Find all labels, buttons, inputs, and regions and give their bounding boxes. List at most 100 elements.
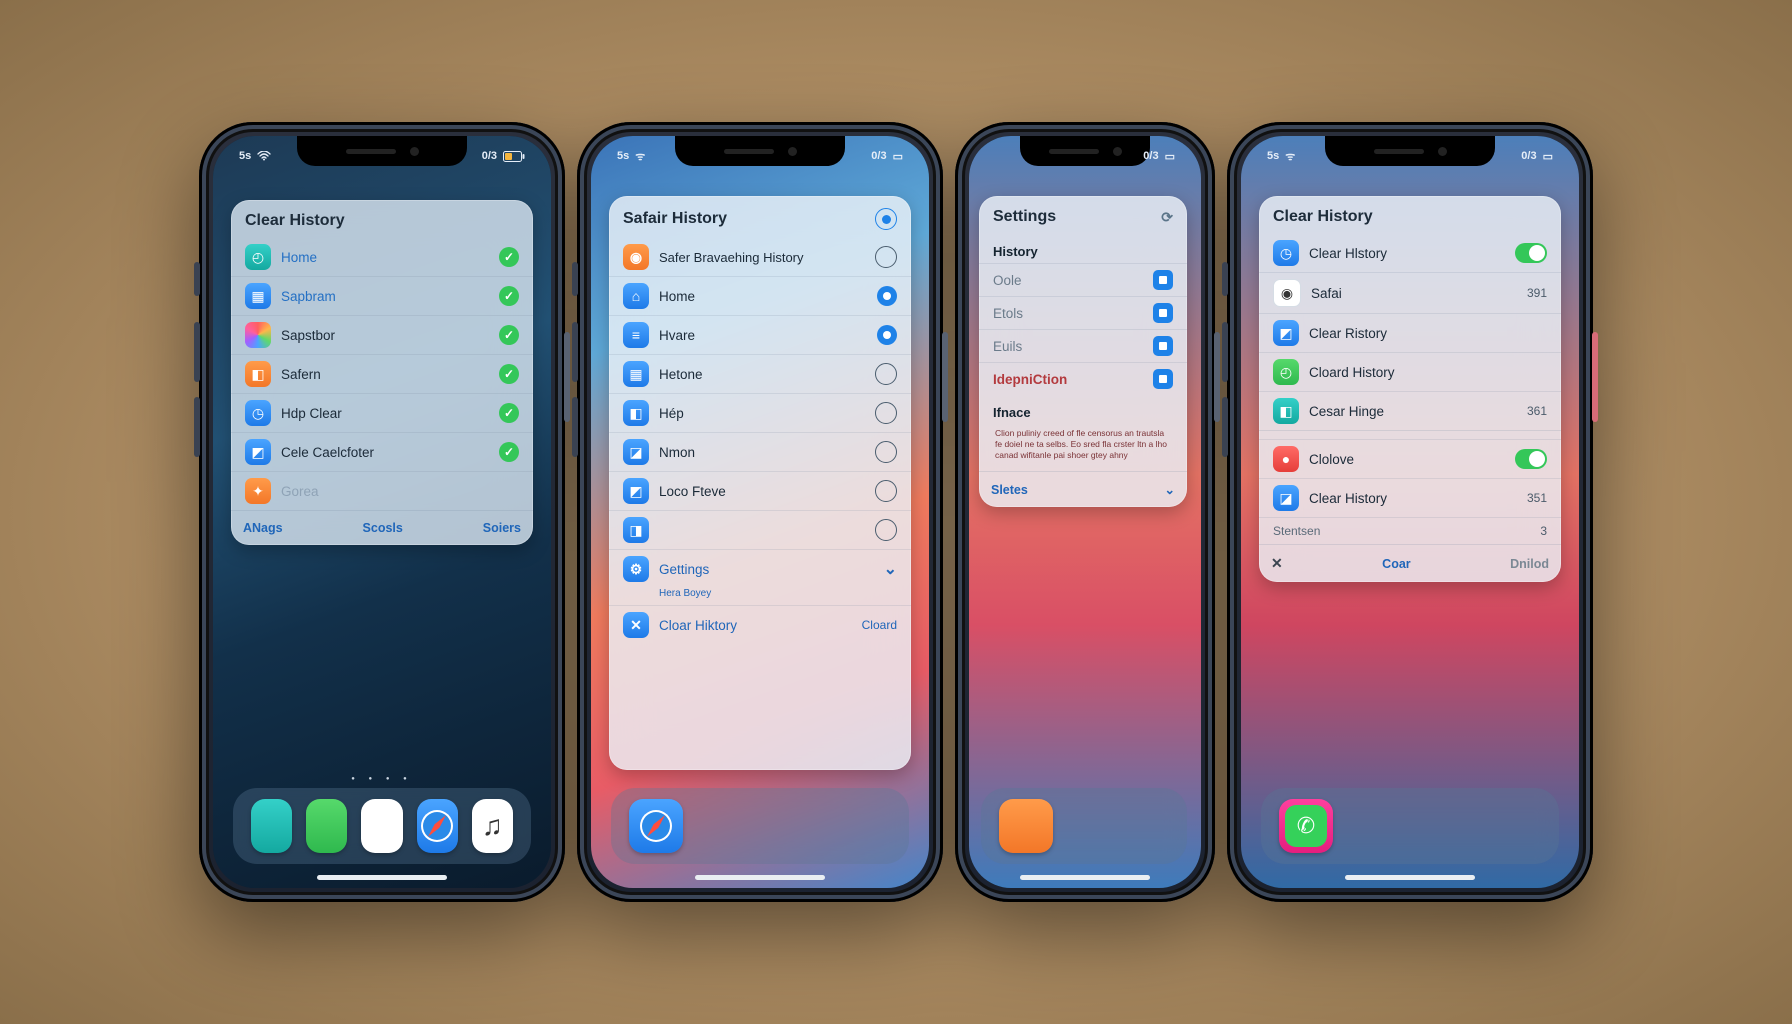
phone-2: 5sᯤ 0/3▭ Safair History ◉ Safer Bravaehi… bbox=[577, 122, 943, 902]
app-icon: ◷ bbox=[245, 400, 271, 426]
dock-app-safari-icon[interactable] bbox=[629, 799, 683, 853]
dock-app-safari-icon[interactable] bbox=[417, 799, 458, 853]
list-item[interactable]: ●Clolove bbox=[1259, 439, 1561, 478]
power-button[interactable] bbox=[942, 332, 948, 422]
list-item[interactable]: ◧Hép bbox=[609, 393, 911, 432]
dock bbox=[611, 788, 909, 864]
settings-row[interactable]: ⚙ Gettings ⌄ bbox=[609, 549, 911, 588]
list-item[interactable]: Etols bbox=[979, 296, 1187, 329]
item-label: Cloard History bbox=[1309, 365, 1547, 380]
refresh-icon[interactable]: ⟳ bbox=[1161, 209, 1173, 226]
item-label: Safai bbox=[1311, 286, 1517, 301]
list-item[interactable]: ▦ Sapbram bbox=[231, 276, 533, 315]
list-item[interactable]: ◧ Safern bbox=[231, 354, 533, 393]
list-item[interactable]: ⌂Home bbox=[609, 276, 911, 315]
list-item[interactable]: ◉Safai391 bbox=[1259, 272, 1561, 313]
section-header: History bbox=[979, 234, 1187, 263]
footer-btn[interactable]: Dnilod bbox=[1510, 557, 1549, 571]
radio-icon bbox=[875, 402, 897, 424]
mute-switch[interactable] bbox=[1222, 262, 1228, 296]
footer-row: Stentsen 3 bbox=[1259, 517, 1561, 544]
list-item[interactable]: Euils bbox=[979, 329, 1187, 362]
row-icon: ⌂ bbox=[623, 283, 649, 309]
home-indicator[interactable] bbox=[1020, 875, 1150, 880]
list-item[interactable]: ◨ bbox=[609, 510, 911, 549]
safari-icon: ◉ bbox=[623, 244, 649, 270]
trail-text: 391 bbox=[1527, 286, 1547, 300]
radio-icon[interactable] bbox=[875, 246, 897, 268]
home-indicator[interactable] bbox=[317, 875, 447, 880]
footer-btn[interactable]: Soiers bbox=[483, 521, 521, 535]
radio-fill-icon bbox=[877, 286, 897, 306]
list-item[interactable]: ◴Cloard History bbox=[1259, 352, 1561, 391]
dock-app-phone-icon[interactable]: ✆ bbox=[1279, 799, 1333, 853]
volume-up[interactable] bbox=[1222, 322, 1228, 382]
card-title: Clear History bbox=[1259, 196, 1561, 234]
item-label: Cesar Hinge bbox=[1309, 404, 1517, 419]
list-item[interactable]: ◩ Cele Caelcfoter bbox=[231, 432, 533, 471]
volume-down[interactable] bbox=[572, 397, 578, 457]
list-item[interactable]: ◷ Hdp Clear bbox=[231, 393, 533, 432]
status-right: 0/3 bbox=[1521, 150, 1536, 162]
list-item[interactable]: ▦Hetone bbox=[609, 354, 911, 393]
volume-up[interactable] bbox=[572, 322, 578, 382]
list-item[interactable]: ✦ Gorea bbox=[231, 471, 533, 510]
dock-app-music-icon[interactable]: ♫ bbox=[472, 799, 513, 853]
list-item[interactable]: ◷Clear Hlstory bbox=[1259, 234, 1561, 272]
item-label: Hetone bbox=[659, 367, 865, 382]
power-button[interactable] bbox=[1592, 332, 1598, 422]
battery-icon: ▭ bbox=[1543, 150, 1553, 163]
status-right: 0/3 bbox=[871, 150, 886, 162]
mute-switch[interactable] bbox=[194, 262, 200, 296]
settings-sub: Hera Boyey bbox=[609, 588, 911, 605]
check-icon bbox=[499, 364, 519, 384]
dock-app-icon[interactable] bbox=[999, 799, 1053, 853]
list-item[interactable]: ◩Clear Ristory bbox=[1259, 313, 1561, 352]
battery-icon: ▭ bbox=[893, 150, 903, 163]
footer-btn[interactable]: Coar bbox=[1382, 557, 1410, 571]
title-text: Settings bbox=[993, 208, 1056, 226]
dock-app-icon[interactable] bbox=[306, 799, 347, 853]
list-item[interactable]: IdepniCtion bbox=[979, 362, 1187, 395]
item-label: Euils bbox=[993, 339, 1143, 354]
volume-down[interactable] bbox=[1222, 397, 1228, 457]
safari-history-card: Safair History ◉ Safer Bravaehing Histor… bbox=[609, 196, 911, 770]
volume-down[interactable] bbox=[194, 397, 200, 457]
list-item[interactable]: ◴ Home bbox=[231, 238, 533, 276]
power-button[interactable] bbox=[564, 332, 570, 422]
battery-icon bbox=[503, 151, 525, 162]
list-item[interactable]: Oole bbox=[979, 263, 1187, 296]
footer-btn[interactable]: Scosls bbox=[363, 521, 403, 535]
list-item[interactable]: ◩Loco Fteve bbox=[609, 471, 911, 510]
item-label: Clear Ristory bbox=[1309, 326, 1547, 341]
dock-app-icon[interactable] bbox=[251, 799, 292, 853]
row-icon: ◧ bbox=[1273, 398, 1299, 424]
item-label: Clolove bbox=[1309, 452, 1505, 467]
toggle-on-icon[interactable] bbox=[1515, 449, 1547, 469]
dock-app-icon[interactable] bbox=[361, 799, 402, 853]
trail-text: 3 bbox=[1540, 524, 1547, 538]
clear-history-row[interactable]: ✕ Cloar Hiktory Cloard bbox=[609, 605, 911, 644]
settings-label: Gettings bbox=[659, 562, 874, 577]
list-item[interactable]: ◪Clear History351 bbox=[1259, 478, 1561, 517]
phone-row: 5s 0/3 Clear History ◴ Home ▦ Sapbram bbox=[199, 122, 1593, 902]
footer-btn[interactable]: ANags bbox=[243, 521, 283, 535]
list-item[interactable]: Sapstbor bbox=[231, 315, 533, 354]
radio-icon bbox=[875, 363, 897, 385]
list-item[interactable]: ◪Nmon bbox=[609, 432, 911, 471]
mute-switch[interactable] bbox=[572, 262, 578, 296]
radio-icon bbox=[875, 441, 897, 463]
footer-btn[interactable]: Sletes bbox=[991, 483, 1028, 497]
list-item[interactable]: ◧Cesar Hinge361 bbox=[1259, 391, 1561, 430]
list-item[interactable]: ≡Hvare bbox=[609, 315, 911, 354]
home-indicator[interactable] bbox=[1345, 875, 1475, 880]
check-icon bbox=[499, 247, 519, 267]
volume-up[interactable] bbox=[194, 322, 200, 382]
chevron-down-icon[interactable]: ⌄ bbox=[1165, 482, 1175, 497]
power-button[interactable] bbox=[1214, 332, 1220, 422]
toggle-on-icon[interactable] bbox=[1515, 243, 1547, 263]
home-indicator[interactable] bbox=[695, 875, 825, 880]
radio-icon[interactable] bbox=[875, 208, 897, 230]
item-label: Etols bbox=[993, 306, 1143, 321]
close-icon[interactable]: ✕ bbox=[1271, 555, 1283, 572]
